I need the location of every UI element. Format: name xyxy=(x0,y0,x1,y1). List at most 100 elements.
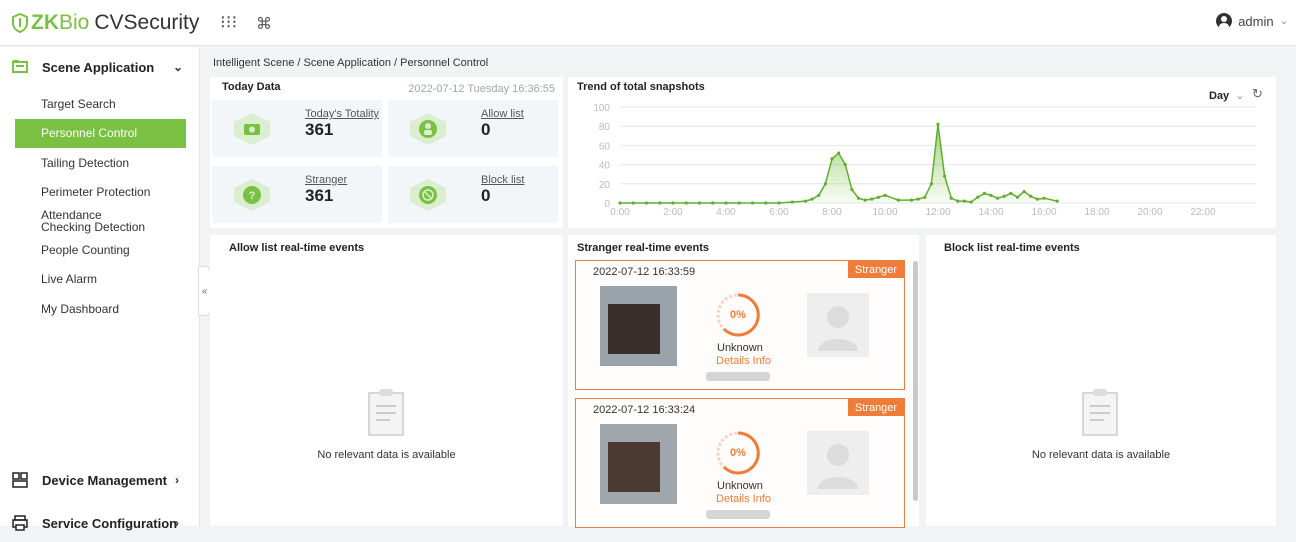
data-point xyxy=(969,200,973,204)
menu-scene-application[interactable]: Scene Application ⌄ xyxy=(0,48,199,86)
data-point xyxy=(916,197,920,201)
card-allow-list: Allow list 0 xyxy=(388,100,558,157)
data-point xyxy=(711,201,715,205)
data-point xyxy=(790,200,794,204)
stranger-event-card[interactable]: 2022-07-12 16:33:24 Stranger 0% Unknown … xyxy=(575,398,905,528)
menu-service-configuration[interactable]: Service Configuration › xyxy=(0,504,199,542)
service-configuration-icon xyxy=(12,515,28,531)
data-point xyxy=(876,195,880,199)
card-value: 0 xyxy=(481,120,491,139)
y-tick-label: 60 xyxy=(599,141,611,152)
user-menu[interactable]: admin ⌄ xyxy=(1216,13,1288,29)
shield-logo-icon xyxy=(12,13,28,33)
data-point xyxy=(943,174,947,178)
menu-device-management[interactable]: Device Management › xyxy=(0,461,199,499)
sidebar-item-tailing-detection[interactable]: Tailing Detection xyxy=(0,148,199,178)
data-point xyxy=(777,201,781,205)
data-point xyxy=(671,201,675,205)
command-icon[interactable]: ⌘ xyxy=(256,14,272,34)
card-value: 0 xyxy=(481,186,491,205)
card-label[interactable]: Today's Totality xyxy=(305,108,379,120)
event-person-name: Unknown xyxy=(717,342,763,354)
snapshot-photo[interactable] xyxy=(600,286,677,366)
data-point xyxy=(996,196,1000,200)
block-list-empty-text: No relevant data is available xyxy=(1031,449,1171,461)
x-tick-label: 22:00 xyxy=(1190,207,1215,218)
data-point xyxy=(856,196,861,200)
block-list-title: Block list real-time events xyxy=(944,242,1080,254)
data-point xyxy=(1055,199,1059,203)
blurred-detail xyxy=(706,510,770,519)
brand-logo[interactable]: ZK Bio CVSecurity xyxy=(12,11,199,35)
sidebar-item-personnel-control[interactable]: Personnel Control xyxy=(15,118,186,148)
allow-person-icon xyxy=(410,113,446,145)
data-point xyxy=(724,201,728,205)
snapshot-face xyxy=(608,442,660,492)
details-info-link[interactable]: Details Info xyxy=(716,355,771,367)
today-datetime: 2022-07-12 Tuesday 16:36:55 xyxy=(408,83,555,95)
person-placeholder-icon xyxy=(807,293,869,357)
menu-device-management-label: Device Management xyxy=(42,472,167,488)
block-list-panel: Block list real-time events No relevant … xyxy=(926,235,1276,526)
breadcrumb: Intelligent Scene / Scene Application / … xyxy=(213,57,489,69)
sidebar-item-my-dashboard[interactable]: My Dashboard xyxy=(0,294,199,324)
stranger-panel: Stranger real-time events 2022-07-12 16:… xyxy=(568,235,919,528)
chevron-right-icon: › xyxy=(175,516,179,530)
sidebar-item-people-counting[interactable]: People Counting xyxy=(0,235,199,265)
empty-clipboard-icon xyxy=(368,389,404,436)
x-tick-label: 12:00 xyxy=(925,207,950,218)
card-label[interactable]: Allow list xyxy=(481,108,524,120)
scene-application-icon xyxy=(12,60,28,73)
person-placeholder-icon xyxy=(807,431,869,495)
chevron-down-icon: ⌄ xyxy=(1279,15,1288,27)
details-info-link[interactable]: Details Info xyxy=(716,493,771,505)
x-tick-label: 2:00 xyxy=(663,207,683,218)
card-value: 361 xyxy=(305,186,334,205)
x-tick-label: 0:00 xyxy=(610,207,630,218)
y-tick-label: 20 xyxy=(599,180,611,191)
data-point xyxy=(737,201,741,205)
data-point xyxy=(843,163,847,167)
sidebar-item-attendance-checking-detection[interactable]: Attendance Checking Detection xyxy=(0,207,150,235)
data-point xyxy=(1035,197,1039,201)
stranger-panel-scrollbar[interactable] xyxy=(913,261,918,501)
data-point xyxy=(883,193,887,197)
x-tick-label: 10:00 xyxy=(872,207,897,218)
allow-list-title: Allow list real-time events xyxy=(229,242,365,254)
stranger-badge: Stranger xyxy=(848,261,904,278)
y-tick-label: 100 xyxy=(593,103,610,114)
card-label[interactable]: Stranger xyxy=(305,174,347,186)
sidebar-item-perimeter-protection[interactable]: Perimeter Protection xyxy=(0,178,199,208)
today-data-panel: Today Data 2022-07-12 Tuesday 16:36:55 T… xyxy=(210,77,563,228)
snapshot-photo[interactable] xyxy=(600,424,677,504)
data-point xyxy=(697,201,702,205)
card-label[interactable]: Block list xyxy=(481,174,524,186)
sidebar-item-target-search[interactable]: Target Search xyxy=(0,89,199,119)
chevron-down-icon: ⌄ xyxy=(172,60,183,74)
brand-cvsecurity: CVSecurity xyxy=(94,11,200,34)
menu-scene-application-label: Scene Application xyxy=(42,59,155,75)
x-tick-label: 20:00 xyxy=(1137,207,1162,218)
x-tick-label: 18:00 xyxy=(1084,207,1109,218)
x-tick-label: 4:00 xyxy=(716,207,736,218)
data-point xyxy=(850,187,854,192)
data-point xyxy=(1009,191,1013,195)
stranger-event-card[interactable]: 2022-07-12 16:33:59 Stranger 0% Unknown … xyxy=(575,260,905,390)
similarity-percent: 0% xyxy=(730,447,746,459)
trend-chart: 0204060801000:00 2:00 4:00 6:00 8:00 10:00 12:… xyxy=(593,103,1256,218)
data-point xyxy=(644,201,649,205)
data-point xyxy=(909,198,914,202)
data-point xyxy=(863,198,867,202)
apps-grid-icon[interactable]: ⁝⁝⁝ xyxy=(220,12,237,33)
menu-service-configuration-label: Service Configuration xyxy=(42,515,178,531)
user-name: admin xyxy=(1238,13,1274,29)
data-point xyxy=(1042,196,1046,200)
data-point xyxy=(803,199,808,203)
trend-panel: Trend of total snapshots Day ⌄ ↻ 0 20 40 60… xyxy=(568,77,1276,228)
data-point xyxy=(929,182,933,186)
sidebar-item-live-alarm[interactable]: Live Alarm xyxy=(0,265,199,295)
data-point xyxy=(823,182,827,186)
device-management-icon xyxy=(12,472,28,488)
data-point xyxy=(976,195,980,199)
event-time: 2022-07-12 16:33:24 xyxy=(593,404,696,416)
